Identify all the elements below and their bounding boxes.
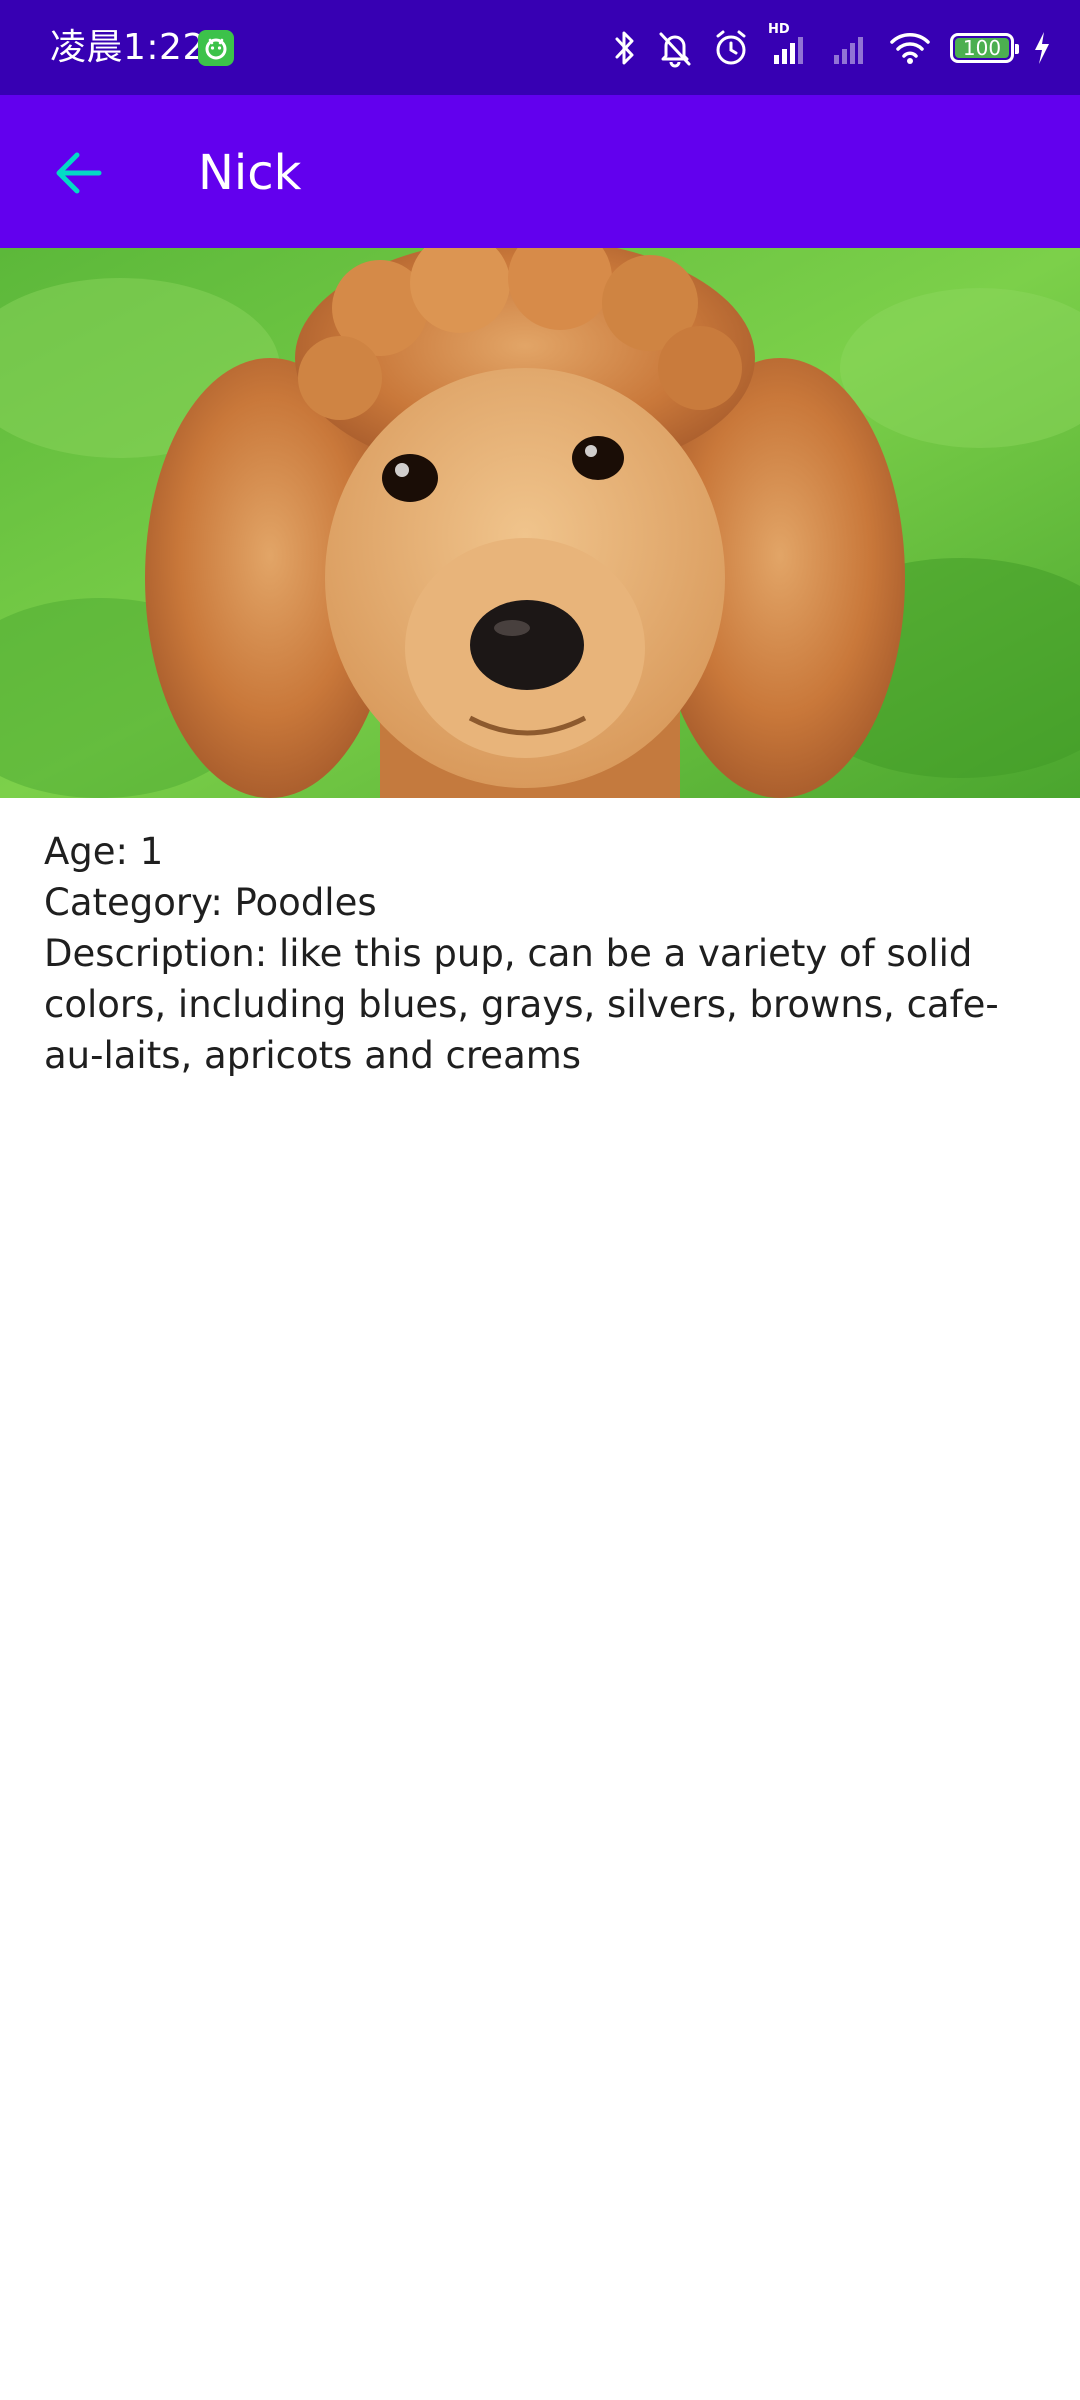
bell-muted-icon <box>656 28 694 68</box>
notification-app-icon <box>198 30 234 66</box>
status-time: 凌晨1:22 <box>50 27 206 68</box>
pet-category: Category: Poodles <box>44 881 377 924</box>
battery-icon: 100 <box>950 33 1019 63</box>
charging-icon <box>1032 28 1052 68</box>
pet-description: Description: like this pup, can be a var… <box>44 932 999 1077</box>
pet-image <box>0 248 1080 798</box>
pet-details: Age: 1 Category: Poodles Description: li… <box>44 826 1044 1081</box>
back-button[interactable] <box>40 135 116 211</box>
status-icons: HD 100 <box>612 22 1052 72</box>
hd-badge: HD <box>768 22 790 37</box>
page-title: Nick <box>198 145 302 201</box>
arrow-left-icon <box>56 152 102 194</box>
cellular-signal-icon <box>828 28 870 68</box>
app-bar: Nick <box>0 95 1080 248</box>
alarm-icon <box>712 28 750 68</box>
bluetooth-icon <box>612 28 638 68</box>
battery-level: 100 <box>962 36 1002 60</box>
pet-age: Age: 1 <box>44 830 164 873</box>
cellular-signal-hd-icon: HD <box>768 22 810 68</box>
status-bar: 凌晨1:22 HD 100 <box>0 0 1080 95</box>
wifi-icon <box>888 28 932 68</box>
